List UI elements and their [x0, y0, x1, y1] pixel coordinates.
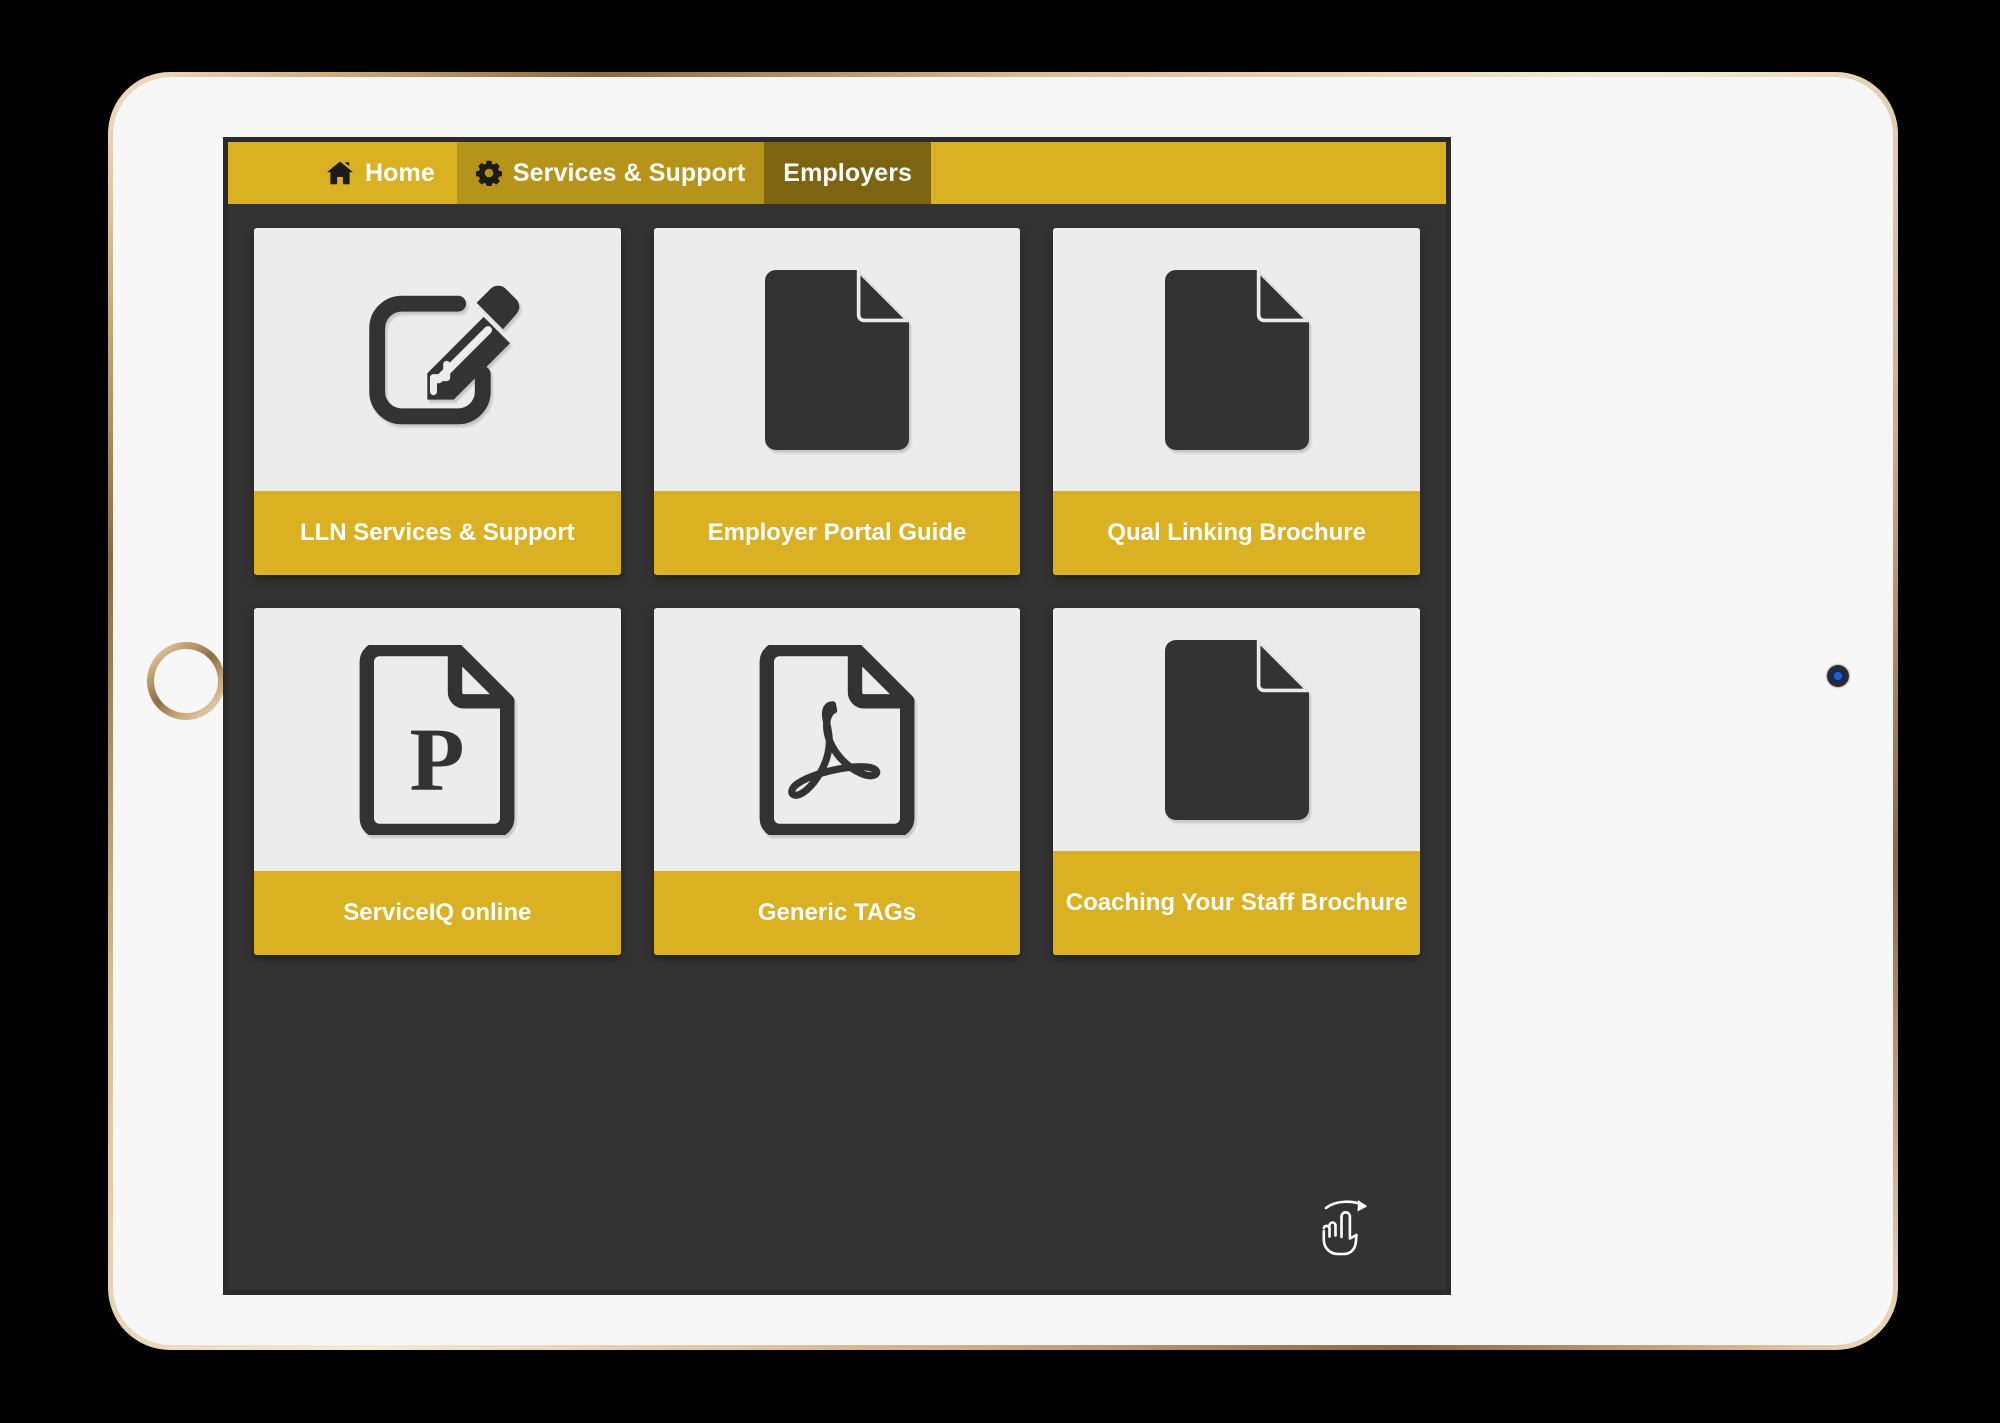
- tablet-device: Home Services & Support Employers LLN Se…: [108, 72, 1898, 1350]
- card-serviceiq-online[interactable]: P ServiceIQ online: [254, 608, 621, 955]
- powerpoint-document-icon: P: [254, 608, 621, 871]
- card-label: Qual Linking Brochure: [1053, 491, 1420, 575]
- nav-tab-employers[interactable]: Employers: [764, 142, 932, 204]
- tablet-body: Home Services & Support Employers LLN Se…: [113, 77, 1893, 1345]
- nav-tab-services-and-support-label: Services & Support: [512, 158, 746, 187]
- pdf-document-icon: [653, 608, 1021, 871]
- gear-icon: [475, 160, 502, 186]
- nav-tab-services-and-support[interactable]: Services & Support: [456, 142, 765, 204]
- card-label: Generic TAGs: [653, 871, 1021, 955]
- card-coaching-your-staff-brochure[interactable]: Coaching Your Staff Brochure: [1053, 608, 1420, 955]
- swipe-right-hand-icon: [1312, 1196, 1378, 1258]
- front-camera-icon: [1827, 665, 1849, 687]
- card-generic-tags[interactable]: Generic TAGs: [653, 608, 1021, 955]
- document-filled-icon: [1053, 228, 1420, 491]
- home-icon: [326, 160, 354, 186]
- card-employer-portal-guide[interactable]: Employer Portal Guide: [653, 228, 1021, 575]
- navigation-bar: Home Services & Support Employers: [228, 142, 1446, 204]
- card-label: ServiceIQ online: [254, 871, 621, 955]
- nav-tab-home[interactable]: Home: [228, 142, 457, 204]
- app-container: Home Services & Support Employers LLN Se…: [223, 137, 1451, 1295]
- home-button[interactable]: [147, 642, 225, 720]
- card-lln-services-and-support[interactable]: LLN Services & Support: [254, 228, 621, 575]
- card-grid: LLN Services & Support Employer Portal G…: [228, 204, 1446, 1164]
- document-filled-icon: [653, 228, 1021, 491]
- edit-document-icon: [254, 228, 621, 491]
- card-label: LLN Services & Support: [254, 491, 621, 575]
- svg-text:P: P: [410, 710, 465, 809]
- card-qual-linking-brochure[interactable]: Qual Linking Brochure: [1053, 228, 1420, 575]
- nav-tab-employers-label: Employers: [783, 158, 913, 187]
- document-filled-icon: [1053, 608, 1420, 851]
- swipe-hint: [228, 1164, 1446, 1290]
- card-label: Coaching Your Staff Brochure: [1053, 851, 1420, 955]
- card-label: Employer Portal Guide: [653, 491, 1021, 575]
- tablet-screen: Home Services & Support Employers LLN Se…: [223, 137, 1451, 1295]
- nav-tab-home-label: Home: [365, 158, 435, 187]
- nav-spacer: [931, 142, 1446, 204]
